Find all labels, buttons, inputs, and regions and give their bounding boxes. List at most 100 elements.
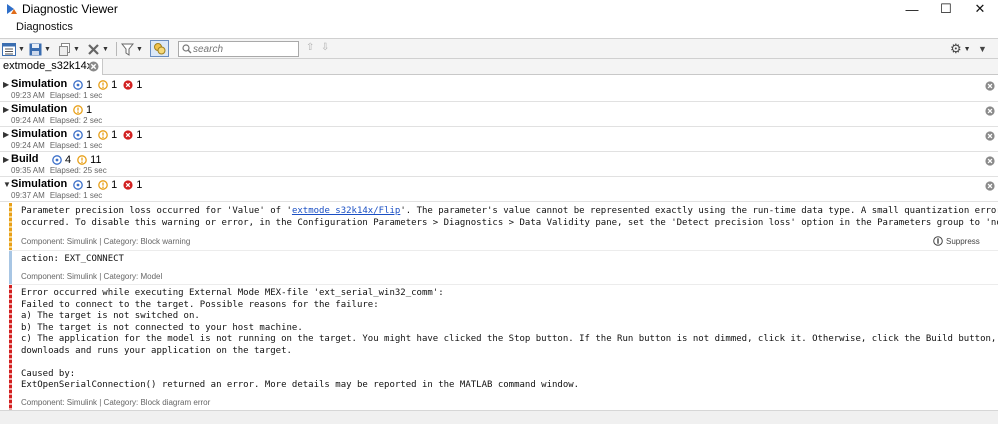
expanded-caret-icon[interactable]: ▼: [3, 180, 11, 189]
chevron-down-icon: ▼: [18, 45, 25, 53]
message-counts: 1 1 1: [73, 179, 148, 191]
error-count-value: 1: [136, 79, 143, 91]
warning-count: 11: [77, 154, 102, 166]
error-message-line: Error occurred while executing External …: [21, 288, 444, 298]
error-count: 1: [123, 129, 142, 141]
save-icon: [29, 43, 42, 55]
close-tab-icon[interactable]: [88, 61, 99, 72]
dismiss-run-icon[interactable]: [985, 81, 995, 91]
warning-count-value: 1: [111, 79, 118, 91]
collapsed-caret-icon[interactable]: ▶: [3, 155, 9, 164]
copy-button[interactable]: ▼: [58, 41, 80, 57]
run-elapsed: Elapsed: 1 sec: [49, 91, 103, 100]
collapsed-caret-icon[interactable]: ▶: [3, 130, 9, 139]
next-match-button[interactable]: ⇩: [321, 42, 329, 53]
warning-count: 1: [98, 179, 117, 191]
warning-count-value: 1: [111, 129, 118, 141]
info-message-text: action: EXT_CONNECT: [21, 254, 124, 264]
message-metadata: Component: Simulink | Category: Block wa…: [21, 237, 191, 246]
diagnostic-run-row[interactable]: ▼ Simulation 1 1 1 09:37 AM Elapsed: 1 sec: [0, 177, 998, 202]
message-text: Parameter precision loss occurred for 'V…: [21, 206, 292, 216]
expand-options-button[interactable]: ▼: [978, 41, 987, 57]
suppress-button[interactable]: Suppress: [933, 236, 980, 246]
ribbon: Diagnostics: [0, 18, 998, 38]
diagnostic-run-row[interactable]: ▶ Simulation 1 09:24 AM Elapsed: 2 sec: [0, 102, 998, 127]
save-button[interactable]: ▼: [29, 41, 51, 57]
error-count-value: 1: [136, 129, 143, 141]
run-time: 09:24 AM: [11, 116, 45, 125]
run-timestamp: 09:24 AM Elapsed: 2 sec: [11, 116, 107, 125]
group-messages-toggle[interactable]: [150, 40, 169, 57]
message-metadata: Component: Simulink | Category: Model: [21, 272, 163, 281]
warning-icon: [98, 130, 108, 140]
info-count-value: 1: [86, 79, 93, 91]
tab-diagnostics[interactable]: Diagnostics: [6, 18, 83, 38]
clear-button[interactable]: ▼: [87, 41, 109, 57]
run-elapsed: Elapsed: 2 sec: [49, 116, 103, 125]
settings-button[interactable]: ⚙ ▼: [950, 41, 971, 57]
diagnostic-run-row[interactable]: ▶ Simulation 1 1 1 09:24 AM Elapsed: 1 sec: [0, 127, 998, 152]
message-text: '. The parameter's value cannot be repre…: [400, 206, 998, 216]
warning-message-line: Parameter precision loss occurred for 'V…: [21, 206, 998, 218]
error-message-line: Failed to connect to the target. Possibl…: [21, 299, 379, 310]
collapsed-caret-icon[interactable]: ▶: [3, 105, 9, 114]
dismiss-run-icon[interactable]: [985, 131, 995, 141]
info-count: 1: [73, 129, 92, 141]
run-time: 09:23 AM: [11, 91, 45, 100]
run-elapsed: Elapsed: 1 sec: [49, 191, 103, 200]
message-counts: 1 1 1: [73, 129, 148, 141]
chevron-down-icon: ▼: [963, 45, 971, 53]
info-count: 1: [73, 79, 92, 91]
info-icon: [73, 130, 83, 140]
minimize-button[interactable]: —: [894, 0, 930, 18]
warning-count: 1: [98, 129, 117, 141]
block-link[interactable]: extmode_s32k14x/Flip: [292, 206, 400, 216]
dismiss-run-icon[interactable]: [985, 106, 995, 116]
close-window-button[interactable]: ✕: [962, 0, 998, 18]
diagnostic-run-row[interactable]: ▶ Build 4 11 09:35 AM Elapsed: 25 sec: [0, 152, 998, 177]
suppress-icon: [933, 236, 943, 246]
message-counts: 1 1 1: [73, 79, 148, 91]
warning-severity-bar: [9, 203, 12, 250]
info-count: 1: [73, 179, 92, 191]
search-input[interactable]: [193, 42, 297, 56]
view-layout-icon: [2, 42, 16, 56]
chevron-down-icon: ▼: [136, 45, 143, 53]
warning-icon: [98, 180, 108, 190]
gear-icon: ⚙: [950, 41, 962, 56]
run-timestamp: 09:37 AM Elapsed: 1 sec: [11, 191, 107, 200]
search-field[interactable]: [178, 41, 299, 57]
collapsed-caret-icon[interactable]: ▶: [3, 80, 9, 89]
warning-count: 1: [73, 104, 92, 116]
filter-button[interactable]: ▼: [121, 41, 143, 57]
error-message-line: a) The target is not switched on.: [21, 311, 200, 321]
run-type-label: Simulation: [11, 78, 68, 90]
previous-match-button[interactable]: ⇧: [306, 42, 314, 53]
chevron-down-icon: ▼: [73, 45, 80, 53]
warning-message: Parameter precision loss occurred for 'V…: [9, 203, 998, 250]
dismiss-run-icon[interactable]: [985, 181, 995, 191]
dismiss-run-icon[interactable]: [985, 156, 995, 166]
warning-count-value: 1: [111, 179, 118, 191]
error-severity-bar: [9, 285, 12, 410]
error-count: 1: [123, 179, 142, 191]
view-layout-button[interactable]: ▼: [2, 41, 25, 57]
run-timestamp: 09:24 AM Elapsed: 1 sec: [11, 141, 107, 150]
info-count: 4: [52, 154, 71, 166]
info-severity-bar: [9, 251, 12, 284]
message-counts: 1: [73, 104, 98, 116]
tab-extmode-s32k14x[interactable]: extmode_s32k14x: [0, 59, 103, 75]
status-strip: [0, 410, 998, 424]
diagnostic-run-row[interactable]: ▶ Simulation 1 1 1 09:23 AM Elapsed: 1 sec: [0, 77, 998, 102]
error-message: Error occurred while executing External …: [9, 284, 998, 410]
toolbar: ▼ ▼ ▼ ▼ ▼ search ⇧ ⇩ ⚙ ▼ ▼: [0, 38, 998, 59]
warning-icon: [73, 105, 83, 115]
run-timestamp: 09:35 AM Elapsed: 25 sec: [11, 166, 112, 175]
run-time: 09:35 AM: [11, 166, 45, 175]
chevron-down-icon: ▼: [978, 44, 987, 54]
maximize-button[interactable]: ☐: [928, 0, 964, 18]
info-icon: [73, 80, 83, 90]
info-count-value: 4: [65, 154, 72, 166]
run-elapsed: Elapsed: 1 sec: [49, 141, 103, 150]
warning-count-value: 1: [86, 104, 93, 116]
